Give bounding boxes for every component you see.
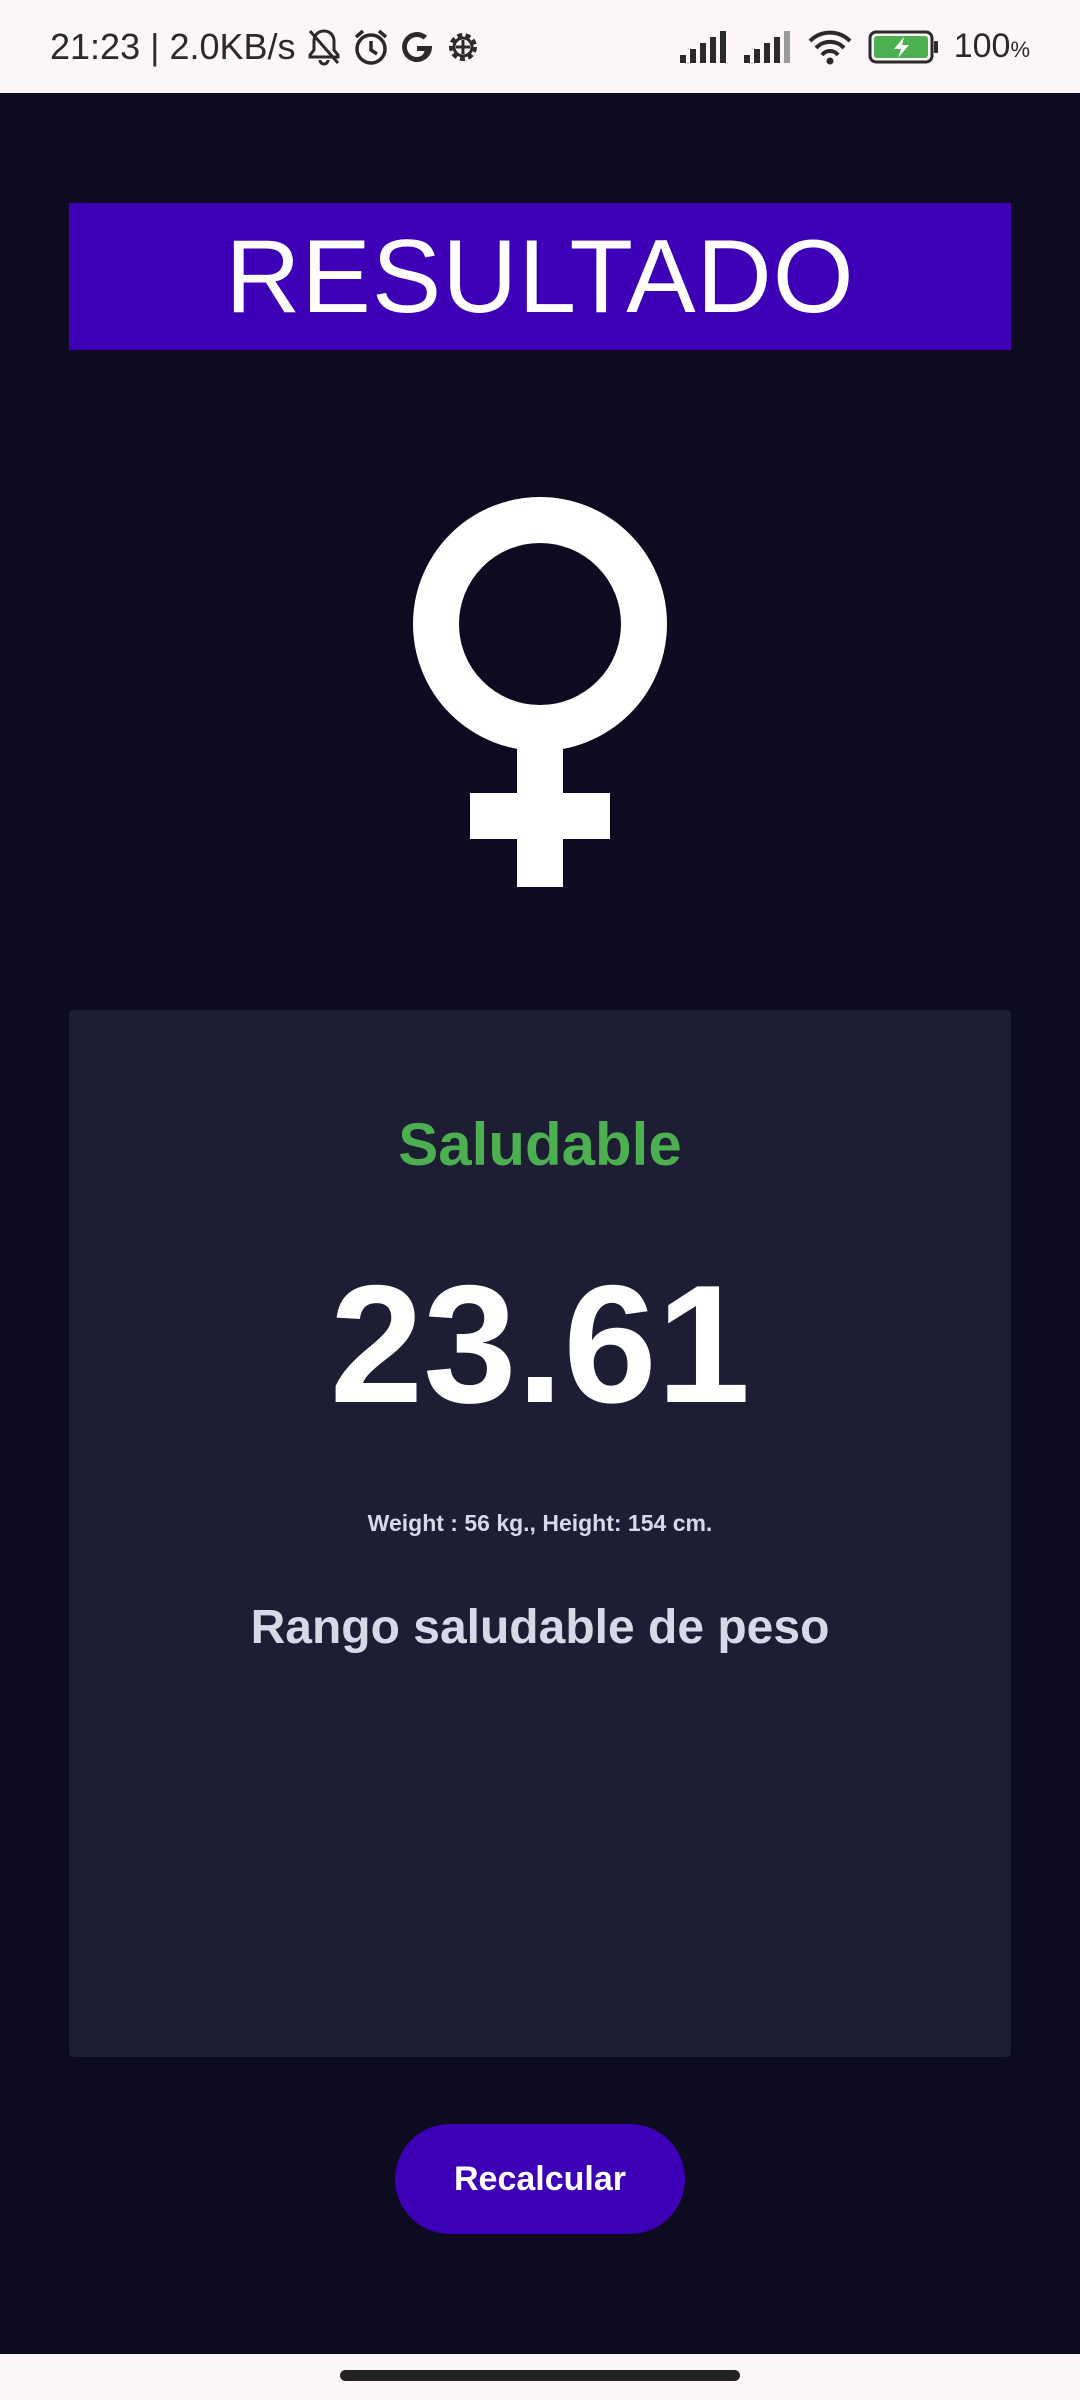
- navigation-bar: [0, 2354, 1080, 2400]
- status-separator: |: [150, 25, 160, 67]
- battery-percent: 100%: [954, 27, 1030, 66]
- measurements-text: Weight : 56 kg., Height: 154 cm.: [367, 1510, 713, 1536]
- page-title: RESULTADO: [225, 218, 855, 335]
- title-banner: RESULTADO: [69, 203, 1011, 350]
- settings-gear-icon: [444, 28, 482, 66]
- wifi-icon: [806, 29, 854, 65]
- battery-percent-value: 100: [953, 27, 1011, 65]
- result-card: Saludable 23.61 Weight : 56 kg., Height:…: [69, 1010, 1011, 2057]
- status-left: 21:23 | 2.0KB/s: [50, 26, 482, 68]
- status-net-speed: 2.0KB/s: [169, 25, 296, 67]
- home-gesture-handle[interactable]: [340, 2370, 740, 2381]
- signal-icon: [678, 30, 728, 63]
- battery-percent-unit: %: [1010, 37, 1030, 62]
- healthy-range-text: Rango saludable de peso: [250, 1601, 830, 1654]
- battery-charging-icon: [868, 29, 940, 65]
- recalculate-button[interactable]: Recalcular: [395, 2124, 685, 2234]
- status-time: 21:23: [50, 25, 141, 67]
- bmi-status-label: Saludable: [398, 1111, 682, 1178]
- bell-off-icon: [306, 27, 342, 67]
- signal-icon: [742, 30, 792, 63]
- female-symbol-icon: [413, 497, 667, 887]
- status-right: 100%: [678, 27, 1030, 66]
- alarm-icon: [352, 27, 390, 67]
- google-icon: [400, 29, 434, 65]
- status-bar: 21:23 | 2.0KB/s 100%: [0, 0, 1080, 93]
- bmi-value: 23.61: [329, 1250, 751, 1438]
